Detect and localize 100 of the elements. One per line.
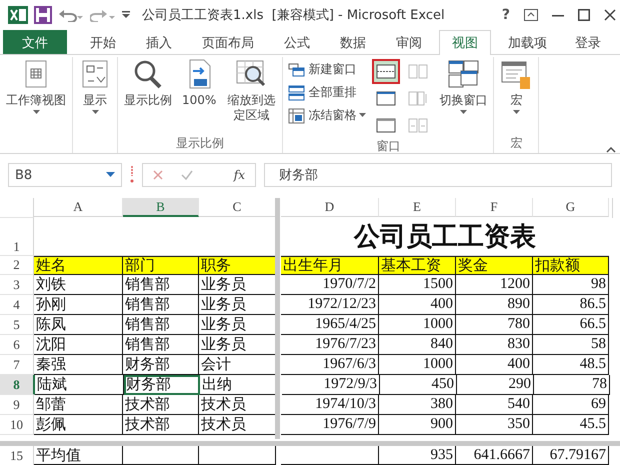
group-label: 宏: [509, 135, 524, 152]
table-cell: 扣款额: [533, 256, 609, 275]
table-cell: 400: [456, 355, 533, 375]
table-cell: 830: [456, 335, 533, 355]
table-cell: 1976/7/23: [281, 335, 379, 355]
table-cell: 销售部: [123, 315, 199, 335]
table-cell: 奖金: [456, 256, 533, 275]
row-header[interactable]: 6: [0, 335, 34, 355]
table-cell: 彭佩: [34, 415, 123, 435]
table-cell: 陈凤: [34, 315, 123, 335]
table-cell: 380: [379, 395, 456, 415]
table-cell: 出生年月: [281, 256, 379, 275]
table-cell: 840: [379, 335, 456, 355]
name-box[interactable]: B8: [8, 163, 122, 187]
table-cell: 98: [533, 275, 609, 295]
ribbon-button[interactable]: 显示比例: [121, 57, 175, 135]
table-cell: 900: [379, 415, 456, 435]
row-header[interactable]: 3: [0, 275, 34, 295]
table-cell: 财务部: [124, 375, 200, 395]
ribbon-tab[interactable]: 公式: [271, 30, 323, 54]
table-cell: 平均值: [34, 446, 123, 465]
table-cell: 58: [533, 335, 609, 355]
row-header[interactable]: 9: [0, 395, 34, 415]
column-header[interactable]: G: [533, 198, 609, 217]
table-cell: 69: [533, 395, 609, 415]
ribbon-button[interactable]: 缩放到选定区域: [223, 57, 280, 135]
table-cell: 1000: [379, 315, 456, 335]
help-button[interactable]: ?: [502, 7, 510, 23]
row-header[interactable]: 1: [0, 218, 34, 256]
table-cell: 姓名: [34, 256, 123, 275]
column-header[interactable]: D: [281, 198, 379, 217]
table-cell: 秦强: [34, 355, 123, 375]
table-cell: 1965/4/25: [281, 315, 379, 335]
table-cell: 沈阳: [34, 335, 123, 355]
table-cell: 540: [456, 395, 533, 415]
table-cell: 1200: [456, 275, 533, 295]
table-cell: 67.79167: [533, 446, 609, 465]
table-cell: 技术部: [123, 395, 199, 415]
table-cell: 陆斌: [35, 375, 124, 395]
table-cell: 48.5: [533, 355, 609, 375]
window-title: 公司员工工资表1.xls [兼容模式] - Microsoft Excel: [142, 7, 445, 24]
group-label: 显示比例: [175, 135, 226, 152]
ribbon-tab[interactable]: 审阅: [383, 30, 435, 54]
ribbon-button[interactable]: 工作簿视图: [3, 57, 69, 135]
table-cell: 基本工资: [379, 256, 456, 275]
group-label: 窗口: [375, 138, 402, 155]
row-header[interactable]: 5: [0, 315, 34, 335]
ribbon-tab[interactable]: 视图: [439, 30, 491, 55]
row-header[interactable]: 2: [0, 256, 34, 275]
table-cell: 刘铁: [34, 275, 123, 295]
ribbon-button[interactable]: 新建窗口: [286, 59, 368, 80]
table-cell: 78: [534, 375, 610, 395]
insert-function-button[interactable]: fx: [234, 168, 245, 182]
table-cell: 销售部: [123, 275, 199, 295]
table-cell: 935: [379, 446, 456, 465]
table-cell: 1976/7/9: [281, 415, 379, 435]
ribbon-button[interactable]: 显示: [76, 57, 114, 135]
table-cell: 45.5: [533, 415, 609, 435]
table-cell: 1972/9/3: [282, 375, 380, 395]
column-header[interactable]: F: [456, 198, 533, 217]
ribbon-tab[interactable]: 开始: [77, 30, 129, 54]
ribbon-button[interactable]: 100%: [179, 57, 220, 135]
table-cell: 孙刚: [34, 295, 123, 315]
file-tab[interactable]: 文件: [3, 30, 67, 54]
row-header[interactable]: 7: [0, 355, 34, 375]
formula-text: 财务部: [279, 167, 318, 184]
ribbon-tab[interactable]: 加载项: [495, 30, 560, 54]
ribbon-button[interactable]: 切换窗口: [436, 57, 490, 138]
table-cell: 641.6667: [456, 446, 533, 465]
table-cell: 890: [456, 295, 533, 315]
ribbon-tab[interactable]: 页面布局: [189, 30, 267, 54]
table-cell: 400: [379, 295, 456, 315]
table-cell: 1000: [379, 355, 456, 375]
ribbon-tab[interactable]: 数据: [327, 30, 379, 54]
table-cell: 销售部: [123, 335, 199, 355]
sign-in-link[interactable]: 登录: [562, 30, 614, 54]
row-header[interactable]: 4: [0, 295, 34, 315]
table-cell: 66.5: [533, 315, 609, 335]
table-cell: 780: [456, 315, 533, 335]
table-cell: 450: [380, 375, 457, 395]
ribbon-tab[interactable]: 插入: [133, 30, 185, 54]
table-cell: 技术部: [123, 415, 199, 435]
column-header[interactable]: B: [123, 198, 199, 217]
column-header[interactable]: E: [379, 198, 456, 217]
table-cell: 290: [457, 375, 534, 395]
table-cell: 86.5: [533, 295, 609, 315]
cell-reference: B8: [15, 168, 32, 182]
table-cell: 1972/12/23: [281, 295, 379, 315]
formula-field[interactable]: 财务部: [264, 163, 612, 187]
table-cell: 1970/7/2: [281, 275, 379, 295]
ribbon-button[interactable]: 冻结窗格: [286, 105, 368, 126]
row-header[interactable]: 10: [0, 415, 34, 435]
table-cell: 邹蕾: [34, 395, 123, 415]
row-header[interactable]: 8: [0, 375, 35, 395]
ribbon-button[interactable]: 全部重排: [286, 82, 368, 103]
table-cell: 1974/10/3: [281, 395, 379, 415]
table-cell: 财务部: [123, 355, 199, 375]
table-cell: 1500: [379, 275, 456, 295]
ribbon-button[interactable]: 宏: [497, 57, 536, 135]
table-cell: 部门: [123, 256, 199, 275]
